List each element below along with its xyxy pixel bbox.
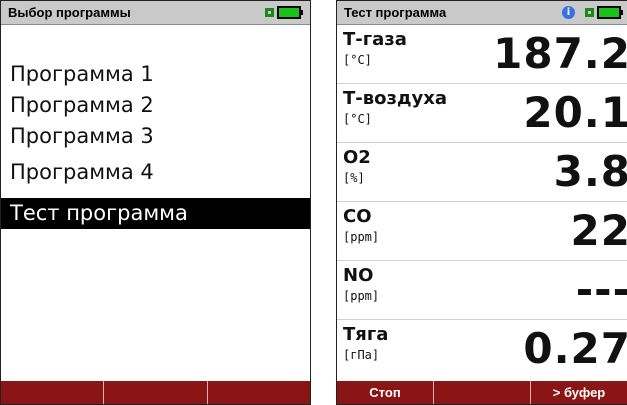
- measurement-unit: [%]: [343, 171, 365, 185]
- softkey-right[interactable]: [208, 381, 310, 404]
- measurement-name: CO: [343, 206, 372, 227]
- softkey-left[interactable]: [1, 381, 105, 404]
- measurement-row-o2: O2 [%] 3.8: [337, 144, 627, 202]
- measurement-name: Тяга: [343, 324, 389, 345]
- battery-icon: [585, 6, 623, 19]
- program-selection-screen: Выбор программы Программа 1 Программа 2 …: [0, 0, 311, 405]
- program-item-4[interactable]: Программа 4: [1, 157, 310, 188]
- title-bar: Тест программа: [337, 1, 627, 25]
- mains-plug-icon: [585, 8, 594, 17]
- screen-title: Выбор программы: [8, 5, 131, 20]
- measurement-row-draught: Тяга [гПа] 0.27: [337, 321, 627, 379]
- battery-icon: [265, 6, 303, 19]
- softkey-middle[interactable]: [434, 381, 531, 404]
- measurement-value: 3.8: [553, 147, 627, 196]
- program-item-3[interactable]: Программа 3: [1, 121, 310, 152]
- measurement-value: 20.1: [523, 88, 627, 137]
- screen-title: Тест программа: [344, 5, 447, 20]
- program-item-1[interactable]: Программа 1: [1, 59, 310, 90]
- stop-button[interactable]: Стоп: [337, 381, 434, 404]
- measurement-unit: [ppm]: [343, 230, 380, 244]
- softkey-middle[interactable]: [104, 381, 208, 404]
- measurement-name: Т-воздуха: [343, 88, 447, 109]
- measurement-row-co: CO [ppm] 22: [337, 203, 627, 261]
- softkey-bar: Стоп > буфер: [337, 381, 627, 404]
- title-bar: Выбор программы: [1, 1, 310, 25]
- info-icon: i: [562, 6, 575, 19]
- measurement-row-air-temp: Т-воздуха [°C] 20.1: [337, 85, 627, 143]
- to-buffer-button[interactable]: > буфер: [531, 381, 627, 404]
- measurement-row-no: NO [ppm] ---: [337, 262, 627, 320]
- measurement-value: ---: [575, 265, 627, 314]
- mains-plug-icon: [265, 8, 274, 17]
- measurement-unit: [ppm]: [343, 289, 380, 303]
- measurement-unit: [°C]: [343, 53, 372, 67]
- measurement-unit: [°C]: [343, 112, 372, 126]
- measurement-screen: Тест программа i Т-газа [°C] 187.2 Т-воз…: [336, 0, 627, 405]
- measurement-name: Т-газа: [343, 29, 407, 50]
- measurement-row-flue-temp: Т-газа [°C] 187.2: [337, 26, 627, 84]
- measurement-name: NO: [343, 265, 374, 286]
- measurement-value: 22: [570, 206, 627, 255]
- measurement-value: 0.27: [523, 324, 627, 373]
- measurement-value: 187.2: [493, 29, 627, 78]
- program-item-test[interactable]: Тест программа: [1, 198, 310, 229]
- softkey-bar: [1, 381, 310, 404]
- measurement-unit: [гПа]: [343, 348, 380, 362]
- program-item-2[interactable]: Программа 2: [1, 90, 310, 121]
- measurement-name: O2: [343, 147, 371, 168]
